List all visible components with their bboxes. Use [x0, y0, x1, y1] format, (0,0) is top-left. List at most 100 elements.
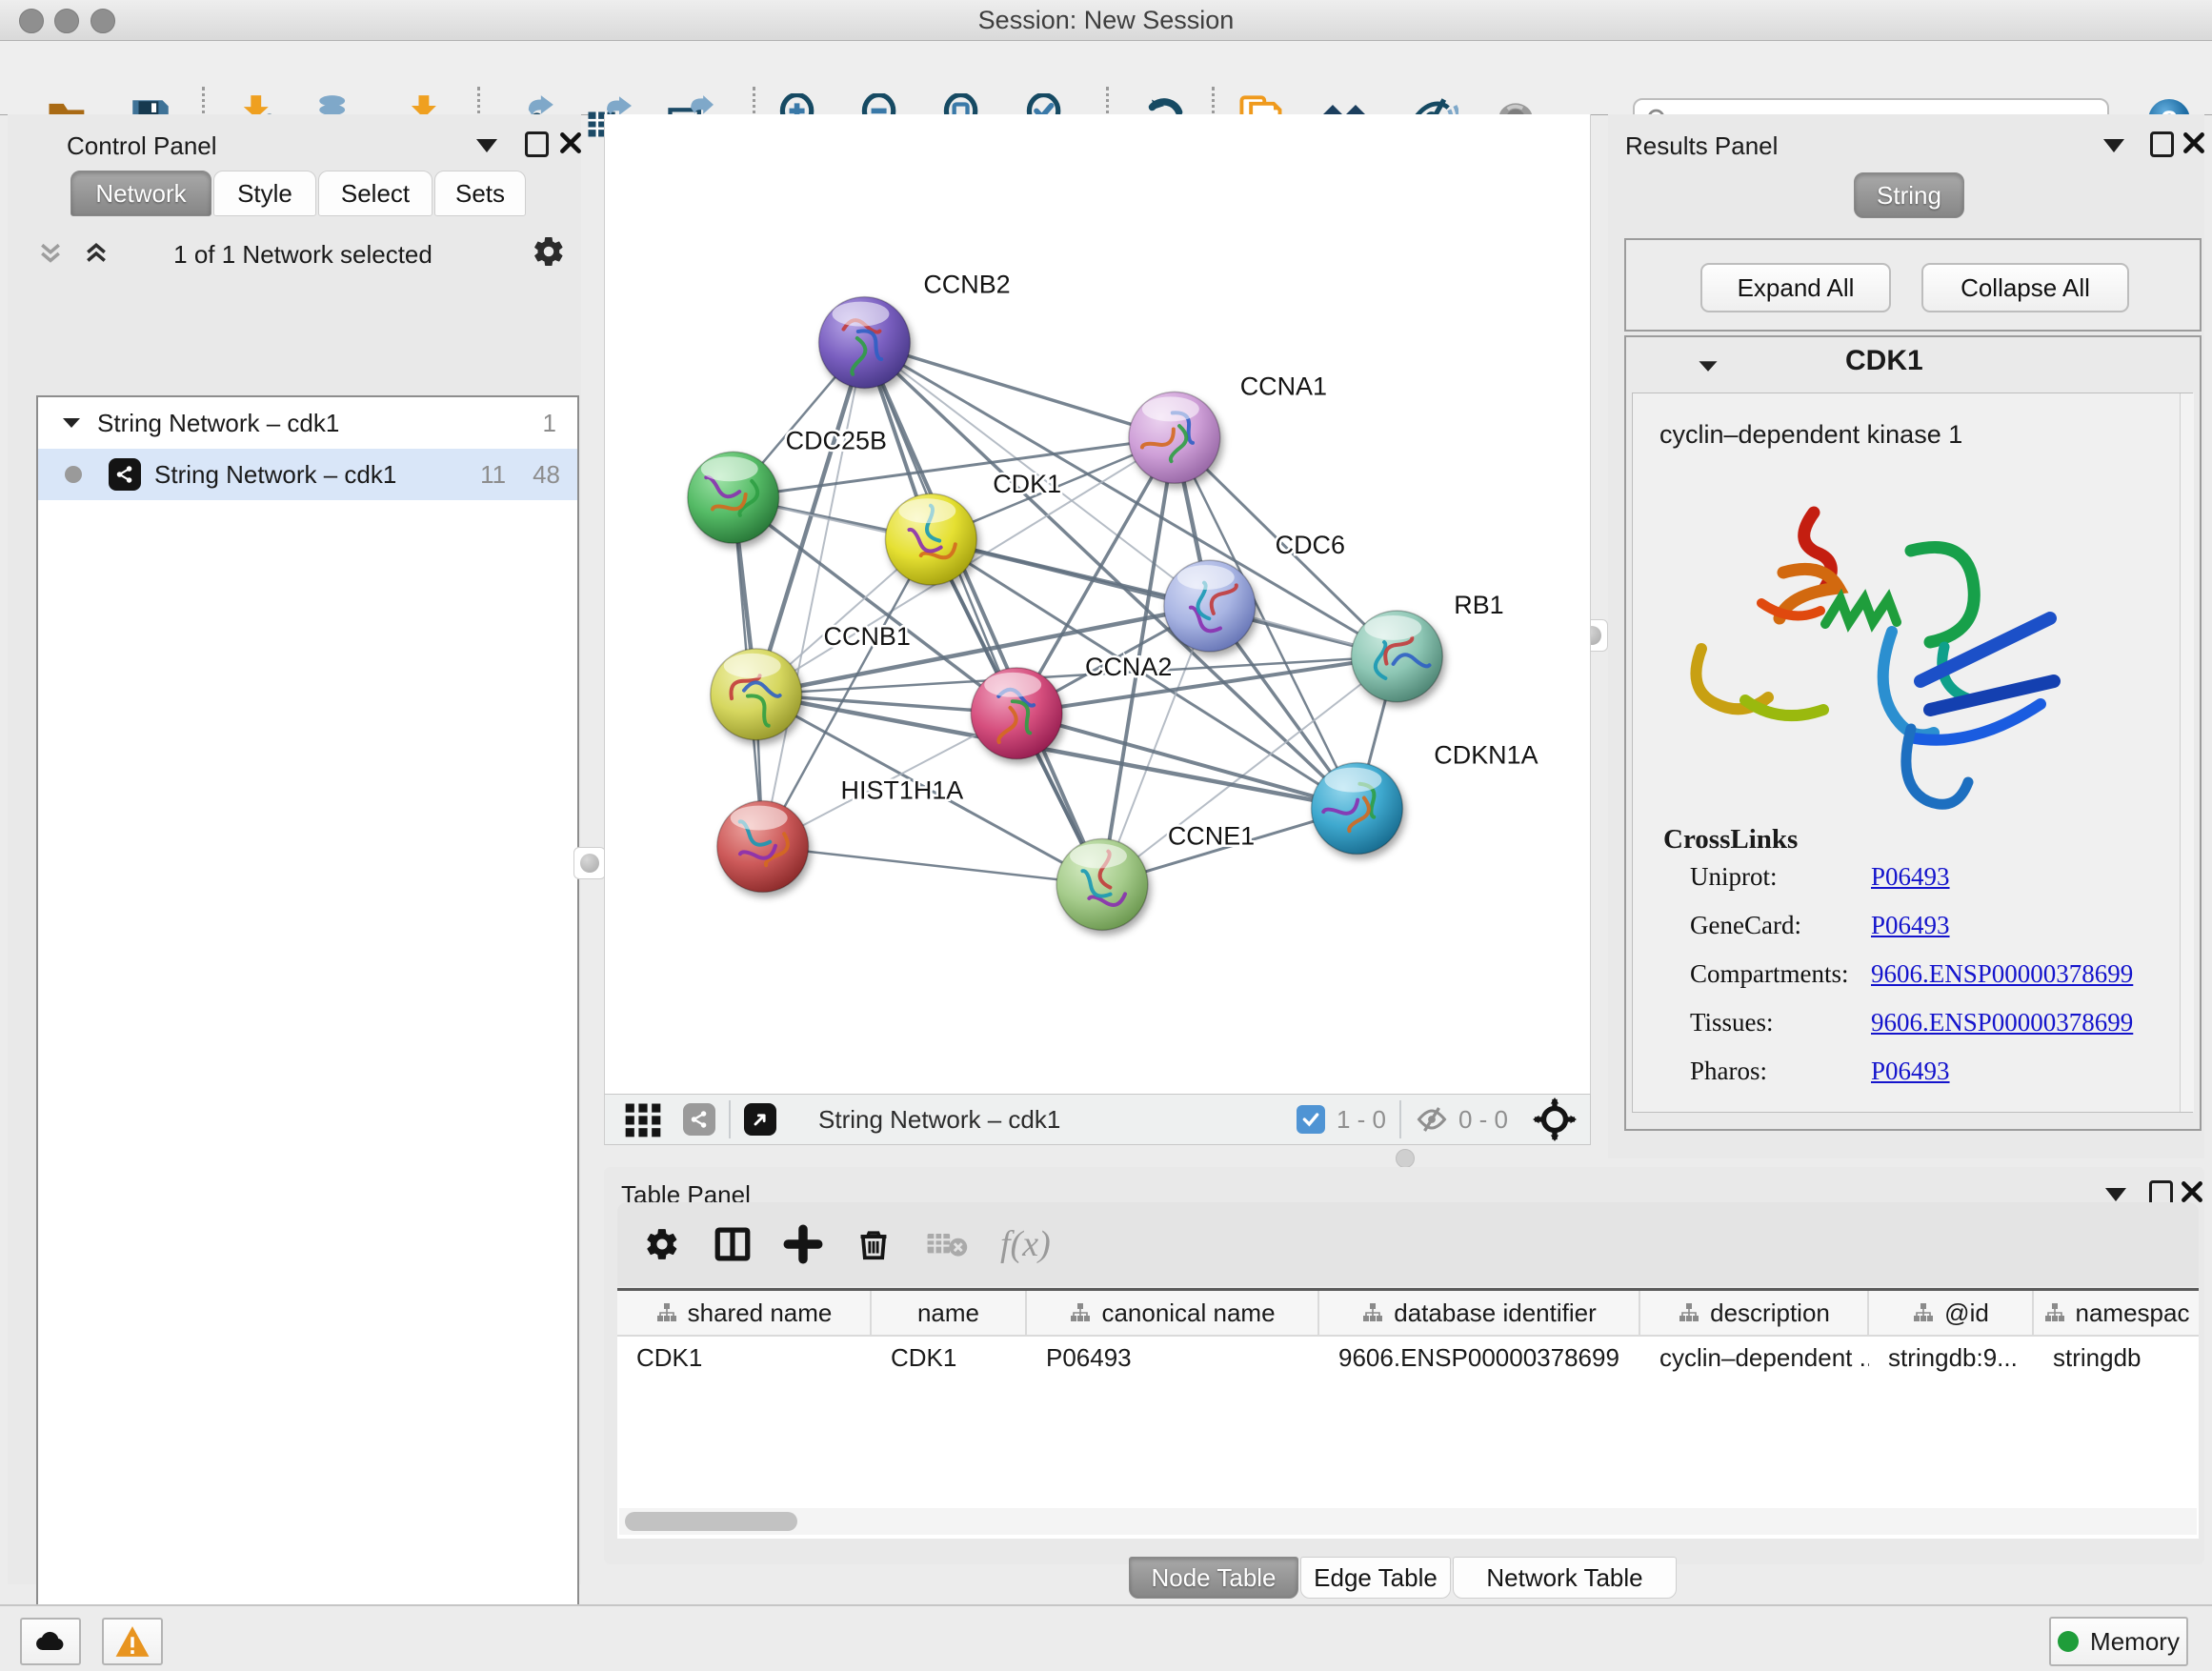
title-bar: Session: New Session	[0, 0, 2212, 41]
network-node-ccna2[interactable]	[971, 668, 1062, 759]
pharos-link[interactable]: P06493	[1871, 1057, 1950, 1086]
network-canvas[interactable]: CCNB2CCNA1CDC25BCDK1CDC6RB1CCNB1CCNA2CDK…	[604, 114, 1591, 1094]
results-buttons-box: Expand All Collapse All	[1624, 238, 2202, 332]
compartments-link[interactable]: 9606.ENSP00000378699	[1871, 959, 2133, 989]
expand-all-icon[interactable]	[82, 238, 111, 269]
network-edge[interactable]	[763, 343, 865, 847]
column-header[interactable]: canonical name	[1027, 1291, 1319, 1335]
tab-edge-table[interactable]: Edge Table	[1300, 1557, 1451, 1599]
attribute-type-icon	[1678, 1301, 1700, 1324]
table-panel-menu-caret-icon[interactable]	[2105, 1188, 2126, 1201]
memory-label: Memory	[2090, 1627, 2180, 1657]
hidden-count: 0 - 0	[1458, 1105, 1508, 1135]
network-edge[interactable]	[763, 847, 1102, 885]
tab-network-table[interactable]: Network Table	[1453, 1557, 1677, 1599]
node-label-ccne1: CCNE1	[1168, 822, 1255, 851]
tissues-link[interactable]: 9606.ENSP00000378699	[1871, 1008, 2133, 1037]
tab-node-table[interactable]: Node Table	[1129, 1557, 1298, 1599]
network-node-cdc6[interactable]	[1164, 560, 1256, 652]
control-panel-menu-caret-icon[interactable]	[476, 139, 497, 152]
attribute-type-icon	[1069, 1301, 1092, 1324]
attribute-type-icon	[655, 1301, 678, 1324]
control-panel-float-icon[interactable]	[525, 131, 549, 157]
results-panel-close-icon[interactable]	[2182, 131, 2206, 155]
show-columns-icon[interactable]	[713, 1224, 753, 1264]
tab-string-results[interactable]: String	[1854, 172, 1964, 218]
tab-select[interactable]: Select	[318, 171, 432, 216]
table-panel-close-icon[interactable]	[2180, 1179, 2204, 1204]
cell-canonical-name[interactable]: P06493	[1027, 1337, 1319, 1379]
network-node-ccna1[interactable]	[1129, 392, 1220, 483]
grid-view-icon[interactable]	[622, 1098, 664, 1140]
node-label-cdk1: CDK1	[993, 470, 1061, 498]
cell-name[interactable]: CDK1	[872, 1337, 1027, 1379]
table-row[interactable]: CDK1 CDK1 P06493 9606.ENSP00000378699 cy…	[617, 1337, 2199, 1379]
tab-network[interactable]: Network	[70, 171, 211, 216]
window-title: Session: New Session	[0, 0, 2212, 40]
delete-column-trash-icon[interactable]	[855, 1225, 892, 1263]
node-label-ccnb2: CCNB2	[923, 271, 1010, 299]
network-type-icon	[109, 458, 141, 491]
table-scrollbar-thumb[interactable]	[625, 1512, 797, 1531]
network-node-cdkn1a[interactable]	[1312, 763, 1403, 855]
crosslink-label: Compartments:	[1690, 959, 1848, 989]
cell-namespace[interactable]: stringdb	[2034, 1337, 2199, 1379]
network-row-selected[interactable]: String Network – cdk1 11 48	[38, 449, 577, 500]
expand-all-button[interactable]: Expand All	[1700, 263, 1891, 312]
cloud-status-button[interactable]	[20, 1618, 81, 1665]
results-panel-menu-caret-icon[interactable]	[2103, 139, 2124, 152]
window-minimize-traffic-light[interactable]	[54, 9, 79, 33]
column-header[interactable]: shared name	[617, 1291, 872, 1335]
crosslink-label: Tissues:	[1690, 1008, 1774, 1037]
network-edge[interactable]	[864, 343, 1174, 438]
detach-view-icon[interactable]	[744, 1103, 776, 1136]
network-collection-row[interactable]: String Network – cdk1 1	[38, 397, 577, 449]
column-header[interactable]: name	[872, 1291, 1027, 1335]
cell-at-id[interactable]: stringdb:9...	[1869, 1337, 2034, 1379]
bottom-splitter-handle[interactable]	[1396, 1149, 1415, 1168]
warnings-button[interactable]	[102, 1618, 163, 1665]
uniprot-link[interactable]: P06493	[1871, 862, 1950, 892]
control-panel-close-icon[interactable]	[558, 131, 583, 155]
cell-shared-name[interactable]: CDK1	[617, 1337, 872, 1379]
memory-button[interactable]: Memory	[2049, 1617, 2188, 1666]
column-header[interactable]: @id	[1869, 1291, 2034, 1335]
collection-label: String Network – cdk1	[97, 409, 339, 438]
selected-checkbox-icon[interactable]	[1297, 1105, 1325, 1134]
tab-style[interactable]: Style	[213, 171, 316, 216]
crosslink-label: GeneCard:	[1690, 911, 1801, 940]
window-zoom-traffic-light[interactable]	[90, 9, 115, 33]
tree-expand-caret-icon[interactable]	[61, 415, 82, 431]
network-node-ccnb1[interactable]	[711, 649, 802, 740]
window-close-traffic-light[interactable]	[19, 9, 44, 33]
table-horizontal-scrollbar[interactable]	[619, 1508, 2197, 1535]
add-column-icon[interactable]	[783, 1224, 823, 1264]
left-splitter-handle[interactable]	[573, 847, 606, 879]
network-node-cdc25b[interactable]	[688, 452, 779, 543]
birds-eye-share-icon[interactable]	[683, 1103, 715, 1136]
node-label-ccnb1: CCNB1	[824, 622, 911, 651]
results-scrollbar[interactable]	[2180, 393, 2194, 1112]
gene-section-caret-icon[interactable]	[1697, 358, 1719, 374]
column-header[interactable]: namespac	[2034, 1291, 2199, 1335]
network-node-hist1h1a[interactable]	[717, 801, 809, 893]
column-header[interactable]: description	[1640, 1291, 1869, 1335]
birds-eye-toggle-icon[interactable]	[1533, 1097, 1577, 1141]
network-node-rb1[interactable]	[1351, 611, 1442, 702]
collapse-all-button[interactable]: Collapse All	[1921, 263, 2129, 312]
network-node-ccnb2[interactable]	[819, 297, 911, 389]
column-header[interactable]: database identifier	[1319, 1291, 1640, 1335]
network-node-cdk1[interactable]	[885, 493, 976, 585]
collapse-all-icon[interactable]	[36, 238, 65, 269]
tab-sets[interactable]: Sets	[434, 171, 526, 216]
network-tree: String Network – cdk1 1 String Network –…	[36, 395, 579, 1671]
table-options-gear-icon[interactable]	[644, 1226, 680, 1262]
network-options-gear-icon[interactable]	[532, 234, 566, 269]
collection-count: 1	[543, 409, 556, 438]
genecard-link[interactable]: P06493	[1871, 911, 1950, 940]
results-panel-title: Results Panel	[1625, 131, 1778, 161]
results-panel-float-icon[interactable]	[2150, 131, 2174, 157]
cell-database-identifier[interactable]: 9606.ENSP00000378699	[1319, 1337, 1640, 1379]
network-node-ccne1[interactable]	[1056, 839, 1148, 931]
cell-description[interactable]: cyclin–dependent ...	[1640, 1337, 1869, 1379]
